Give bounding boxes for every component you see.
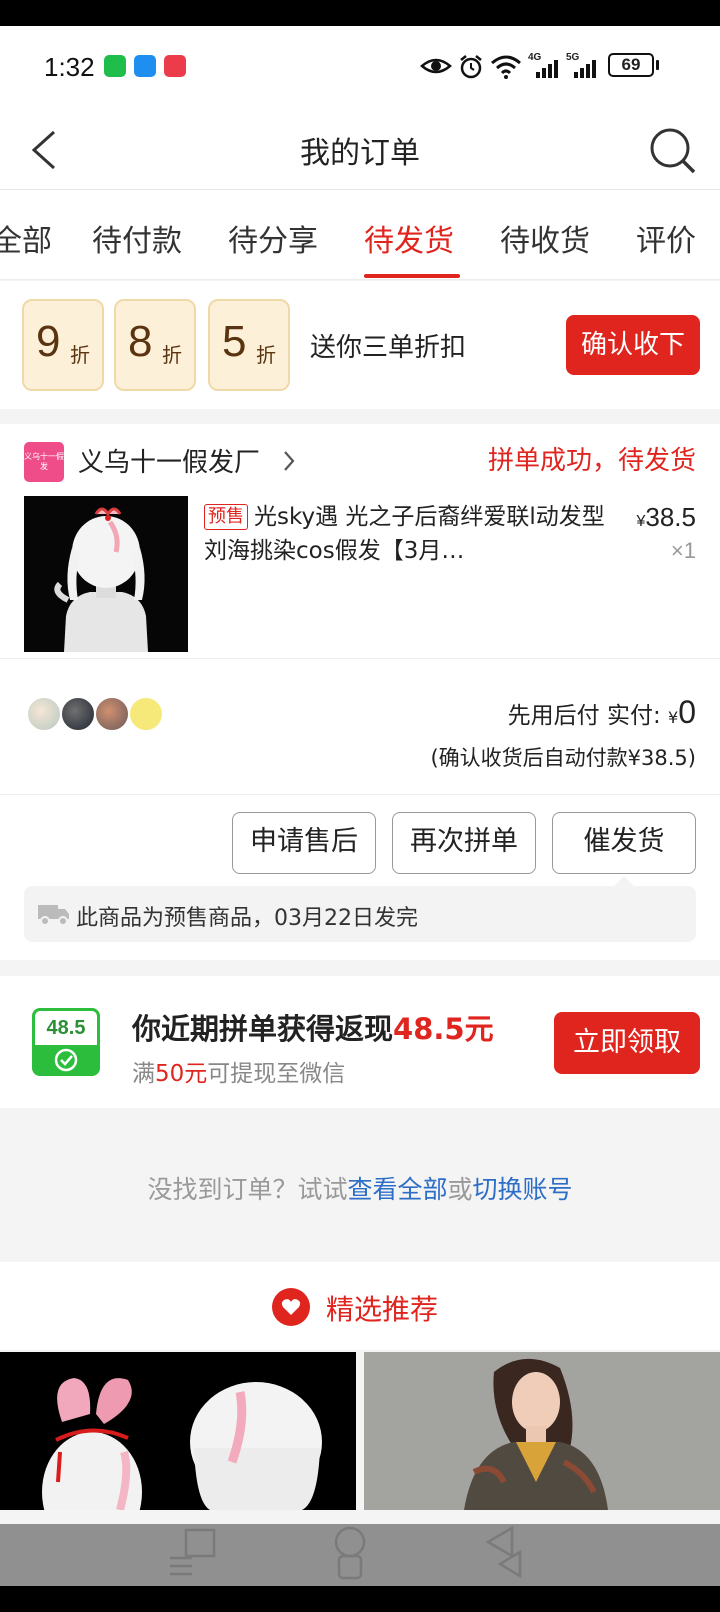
urge-shipment-button[interactable]: 催发货 <box>552 812 696 874</box>
camera-icon <box>128 696 164 732</box>
cashback-icon: 48.5 <box>32 1008 100 1076</box>
battery-icon: 69 <box>608 53 654 77</box>
tab-pending-receipt[interactable]: 待收货 <box>500 216 590 260</box>
payment-note: (确认收货后自动付款¥38.5) <box>430 746 696 770</box>
truck-icon <box>38 905 69 926</box>
view-all-link[interactable]: 查看全部 <box>347 1175 447 1204</box>
avatar <box>26 696 62 732</box>
product-title[interactable]: 预售 光sky遇 光之子后裔绊爱联l动发型刘海挑染cos假发【3月… <box>204 500 612 568</box>
tab-pending-share[interactable]: 待分享 <box>228 216 318 260</box>
product-image[interactable] <box>24 496 188 652</box>
home-icon[interactable] <box>330 1526 370 1580</box>
signal-5g-icon: 5G <box>566 52 600 80</box>
recommend-item-wig[interactable] <box>0 1352 356 1510</box>
avatar <box>60 696 96 732</box>
cashback-title: 你近期拼单获得返现48.5元 <box>132 1012 494 1046</box>
actual-payment: 先用后付 实付: ¥0 <box>507 694 696 730</box>
cashback-subtitle: 满50元可提现至微信 <box>132 1061 346 1087</box>
signal-4g-icon: 4G <box>528 52 562 80</box>
shop-logo: 义乌十一假发 <box>24 442 64 482</box>
presale-notice: 此商品为预售商品，03月22日发完 <box>24 886 696 942</box>
order-status: 拼单成功，待发货 <box>487 446 696 476</box>
shop-name[interactable]: 义乌十一假发厂 <box>78 442 260 479</box>
eye-icon <box>420 58 452 74</box>
not-found-hint: 没找到订单？试试查看全部或切换账号 <box>147 1175 573 1204</box>
battery-tip <box>656 60 659 70</box>
chevron-right-icon[interactable] <box>282 450 296 472</box>
notice-caret <box>614 876 634 886</box>
tab-pending-shipment[interactable]: 待发货 <box>364 216 454 260</box>
header: 我的订单 <box>0 106 720 190</box>
group-avatars[interactable] <box>26 696 226 734</box>
cashback-banner: 48.5 你近期拼单获得返现48.5元 满50元可提现至微信 立即领取 <box>0 976 720 1108</box>
active-tab-indicator <box>364 274 460 278</box>
coupon-5: 5 折 <box>208 299 290 391</box>
coupon-9: 9 折 <box>22 299 104 391</box>
coupon-8: 8 折 <box>114 299 196 391</box>
avatar <box>94 696 130 732</box>
order-card: 义乌十一假发 义乌十一假发厂 拼单成功，待发货 预售 光sky遇 光之子后裔绊爱联… <box>0 424 720 960</box>
notice-text: 此商品为预售商品，03月22日发完 <box>76 906 418 931</box>
recommend-item-jacket[interactable] <box>364 1352 720 1510</box>
search-icon[interactable] <box>646 124 698 176</box>
product-title-text: 光sky遇 光之子后裔绊爱联l动发型刘海挑染cos假发【3月… <box>204 504 605 564</box>
battery-level: 69 <box>621 55 641 74</box>
product-price: ¥38.5 <box>636 502 696 532</box>
page-title: 我的订单 <box>300 136 420 171</box>
product-quantity: ×1 <box>670 538 696 563</box>
top-black-bar <box>0 0 720 26</box>
presale-tag: 预售 <box>204 504 248 530</box>
pinduoduo-icon <box>164 55 186 77</box>
alarm-icon <box>460 55 482 79</box>
accept-discount-button[interactable]: 确认收下 <box>566 315 700 375</box>
tab-all[interactable]: 全部 <box>0 216 52 260</box>
tab-review[interactable]: 评价 <box>636 216 696 260</box>
discount-promo: 9 折 8 折 5 折 送你三单折扣 确认收下 <box>0 281 720 409</box>
recommend-header: 精选推荐 <box>0 1262 720 1350</box>
check-icon <box>54 1048 78 1072</box>
divider <box>0 794 720 795</box>
promo-text: 送你三单折扣 <box>310 333 467 363</box>
wechat-icon <box>104 55 126 77</box>
reorder-button[interactable]: 再次拼单 <box>392 812 536 874</box>
heart-icon <box>272 1288 310 1326</box>
message-icon <box>134 55 156 77</box>
switch-account-link[interactable]: 切换账号 <box>473 1175 573 1204</box>
claim-cashback-button[interactable]: 立即领取 <box>554 1012 700 1074</box>
divider <box>0 658 720 659</box>
status-time: 1:32 <box>44 52 95 82</box>
recommend-label: 精选推荐 <box>326 1293 439 1326</box>
wifi-icon <box>491 55 521 79</box>
recent-apps-icon[interactable] <box>166 1528 222 1578</box>
order-tabs: 全部 待付款 待分享 待发货 待收货 评价 <box>0 190 720 280</box>
bottom-black-bar <box>0 1586 720 1612</box>
after-sales-button[interactable]: 申请售后 <box>232 812 376 874</box>
status-bar: 1:32 4G 5G 69 <box>0 26 720 106</box>
system-nav-bar <box>0 1524 720 1586</box>
tab-pending-payment[interactable]: 待付款 <box>92 216 182 260</box>
back-nav-icon[interactable] <box>484 1526 528 1580</box>
